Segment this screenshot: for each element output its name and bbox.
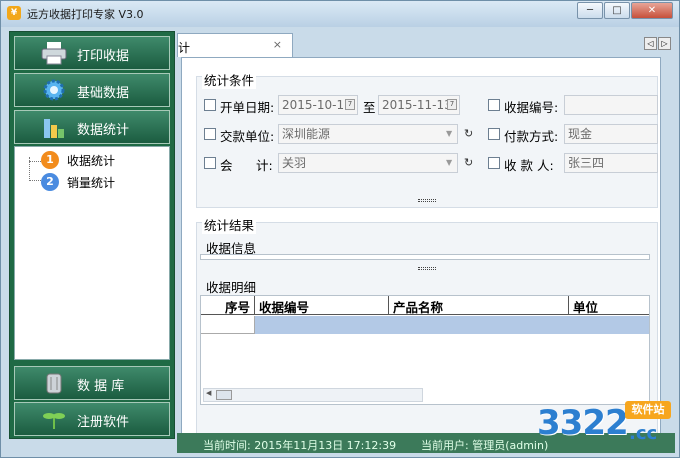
dropdown-arrow-icon[interactable]: ▼ bbox=[446, 129, 452, 138]
horizontal-scrollbar[interactable]: ◀ bbox=[203, 388, 423, 402]
dropdown-arrow-icon[interactable]: ▼ bbox=[446, 158, 452, 167]
row-header-cell[interactable] bbox=[201, 316, 255, 334]
nav-label: 注册软件 bbox=[77, 415, 130, 430]
calendar-icon[interactable]: 7 bbox=[447, 99, 457, 110]
splitter-handle[interactable] bbox=[418, 267, 436, 270]
nav-register[interactable]: 注册软件 bbox=[14, 402, 170, 436]
payment-checkbox[interactable] bbox=[488, 128, 500, 140]
tree-item-sales-stats[interactable]: 销量统计 bbox=[67, 174, 115, 191]
receipt-detail-title: 收据明细 bbox=[206, 280, 257, 295]
tab-label: 计 bbox=[178, 41, 191, 55]
selected-row[interactable] bbox=[255, 316, 649, 334]
date-checkbox[interactable] bbox=[204, 99, 216, 111]
minimize-button[interactable]: ─ bbox=[577, 2, 603, 19]
window-title: 远方收据打印专家 V3.0 bbox=[27, 8, 144, 21]
results-title: 统计结果 bbox=[202, 215, 257, 234]
col-header-index[interactable]: 序号 bbox=[201, 296, 255, 315]
calendar-icon[interactable]: 7 bbox=[345, 99, 355, 110]
status-time: 当前时间: 2015年11月13日 17:12:39 bbox=[203, 439, 397, 452]
customer-select[interactable]: 深圳能源 bbox=[278, 124, 458, 144]
close-button[interactable]: ✕ bbox=[631, 2, 673, 19]
bar-chart-icon bbox=[44, 119, 64, 138]
watermark-logo: 3322 软件站 .cc bbox=[529, 393, 679, 453]
watermark-suffix: .cc bbox=[629, 423, 658, 444]
number-two-icon: 2 bbox=[41, 173, 59, 191]
col-header-unit[interactable]: 单位 bbox=[569, 296, 649, 315]
nav-label: 基础数据 bbox=[77, 86, 130, 101]
scroll-thumb[interactable] bbox=[216, 390, 232, 400]
app-window: ¥ 远方收据打印专家 V3.0 ─ □ ✕ 打印收据 基础数据 数据统计 1 收… bbox=[0, 0, 680, 458]
col-header-product[interactable]: 产品名称 bbox=[389, 296, 569, 315]
receipt-no-field[interactable] bbox=[564, 95, 658, 115]
customer-label: 交款单位: bbox=[220, 129, 275, 144]
tab-next-button[interactable]: ▷ bbox=[658, 37, 671, 50]
tab-statistics[interactable]: 计 × bbox=[177, 33, 293, 57]
accountant-select[interactable]: 关羽 bbox=[278, 153, 458, 173]
main-area: 计 × ◁ ▷ 统计条件 开单日期: 2015-10-13 7 至 2015-1… bbox=[177, 31, 675, 439]
refresh-icon[interactable]: ↻ bbox=[464, 127, 473, 140]
nav-label: 数 据 库 bbox=[77, 379, 125, 394]
printer-icon bbox=[41, 42, 67, 65]
maximize-button[interactable]: □ bbox=[604, 2, 630, 19]
payee-checkbox[interactable] bbox=[488, 157, 500, 169]
customer-checkbox[interactable] bbox=[204, 128, 216, 140]
col-header-receipt-no[interactable]: 收据编号 bbox=[255, 296, 389, 315]
receipt-no-checkbox[interactable] bbox=[488, 99, 500, 111]
watermark-main: 3322 bbox=[537, 403, 629, 443]
nav-database[interactable]: 数 据 库 bbox=[14, 366, 170, 400]
receipt-no-label: 收据编号: bbox=[504, 100, 559, 115]
accountant-label-part1: 会 bbox=[220, 158, 233, 173]
title-bar: ¥ 远方收据打印专家 V3.0 ─ □ ✕ bbox=[1, 1, 679, 27]
payee-field[interactable]: 张三四 bbox=[564, 153, 658, 173]
nav-label: 打印收据 bbox=[77, 49, 130, 64]
gear-icon bbox=[43, 79, 65, 101]
sidebar: 打印收据 基础数据 数据统计 1 收据统计 2 销量统计 数 据 库 注册软件 bbox=[9, 31, 175, 439]
splitter-handle[interactable] bbox=[418, 199, 436, 202]
receipt-info-grid bbox=[200, 254, 650, 260]
stats-content: 统计条件 开单日期: 2015-10-13 7 至 2015-11-13 7 收… bbox=[181, 57, 661, 437]
number-one-icon: 1 bbox=[41, 151, 59, 169]
receipt-detail-grid[interactable]: 序号 收据编号 产品名称 单位 ◀ bbox=[200, 295, 650, 405]
date-to-label: 至 bbox=[363, 100, 376, 115]
sprout-icon bbox=[43, 413, 65, 429]
scroll-left-icon[interactable]: ◀ bbox=[206, 389, 211, 397]
tab-prev-button[interactable]: ◁ bbox=[644, 37, 657, 50]
watermark-sub: 软件站 bbox=[625, 401, 671, 419]
payment-field[interactable]: 现金 bbox=[564, 124, 658, 144]
accountant-checkbox[interactable] bbox=[204, 157, 216, 169]
stats-tree: 1 收据统计 2 销量统计 bbox=[14, 146, 170, 360]
tree-item-receipt-stats[interactable]: 收据统计 bbox=[67, 152, 115, 169]
database-icon bbox=[46, 373, 62, 394]
accountant-label-part2: 计: bbox=[256, 158, 273, 173]
app-icon: ¥ bbox=[7, 6, 21, 20]
conditions-title: 统计条件 bbox=[202, 70, 257, 89]
payment-label: 付款方式: bbox=[504, 129, 559, 144]
nav-basic-data[interactable]: 基础数据 bbox=[14, 73, 170, 107]
grid-header: 序号 收据编号 产品名称 单位 bbox=[201, 296, 649, 315]
nav-label: 数据统计 bbox=[77, 123, 130, 138]
refresh-icon[interactable]: ↻ bbox=[464, 156, 473, 169]
nav-statistics[interactable]: 数据统计 bbox=[14, 110, 170, 144]
payee-label: 收 款 人: bbox=[504, 158, 554, 173]
date-label: 开单日期: bbox=[220, 100, 275, 115]
close-tab-icon[interactable]: × bbox=[273, 38, 282, 51]
nav-print-receipt[interactable]: 打印收据 bbox=[14, 36, 170, 70]
